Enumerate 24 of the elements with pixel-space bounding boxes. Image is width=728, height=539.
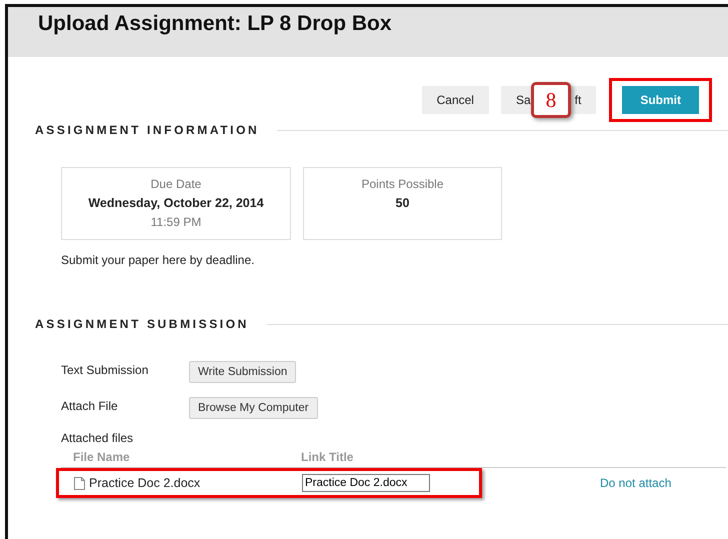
page-title: Upload Assignment: LP 8 Drop Box	[38, 12, 392, 36]
step-callout: 8	[530, 82, 571, 118]
card-label: Due Date	[150, 177, 202, 191]
form-button[interactable]: Write Submission	[189, 361, 296, 383]
form-button[interactable]: Browse My Computer	[189, 397, 318, 419]
card-label: Points Possible	[360, 177, 445, 191]
column-header: File Name	[72, 450, 131, 464]
instructions-text: Submit your paper here by deadline.	[61, 253, 256, 267]
column-header: Link Title	[301, 450, 354, 464]
document-icon	[74, 476, 85, 490]
file-name: Practice Doc 2.docx	[89, 476, 200, 490]
link-title-field[interactable]: Practice Doc 2.docx	[302, 474, 430, 492]
card-time: 11:59 PM	[150, 215, 202, 229]
field-label: Text Submission	[61, 362, 150, 377]
card-value: 50	[394, 196, 410, 210]
button-label-part[interactable]: ft	[574, 93, 582, 107]
section-heading: ASSIGNMENT SUBMISSION	[35, 317, 249, 331]
field-label: Attach File	[61, 398, 119, 413]
button-label-part[interactable]: Sa	[516, 93, 531, 107]
section-heading: ASSIGNMENT INFORMATION	[35, 123, 260, 137]
do-not-attach-link[interactable]: Do not attach	[600, 476, 672, 490]
attached-files-label: Attached files	[61, 431, 134, 445]
card-value: Wednesday, October 22, 2014	[87, 196, 265, 210]
action-button[interactable]: Cancel	[422, 86, 489, 114]
